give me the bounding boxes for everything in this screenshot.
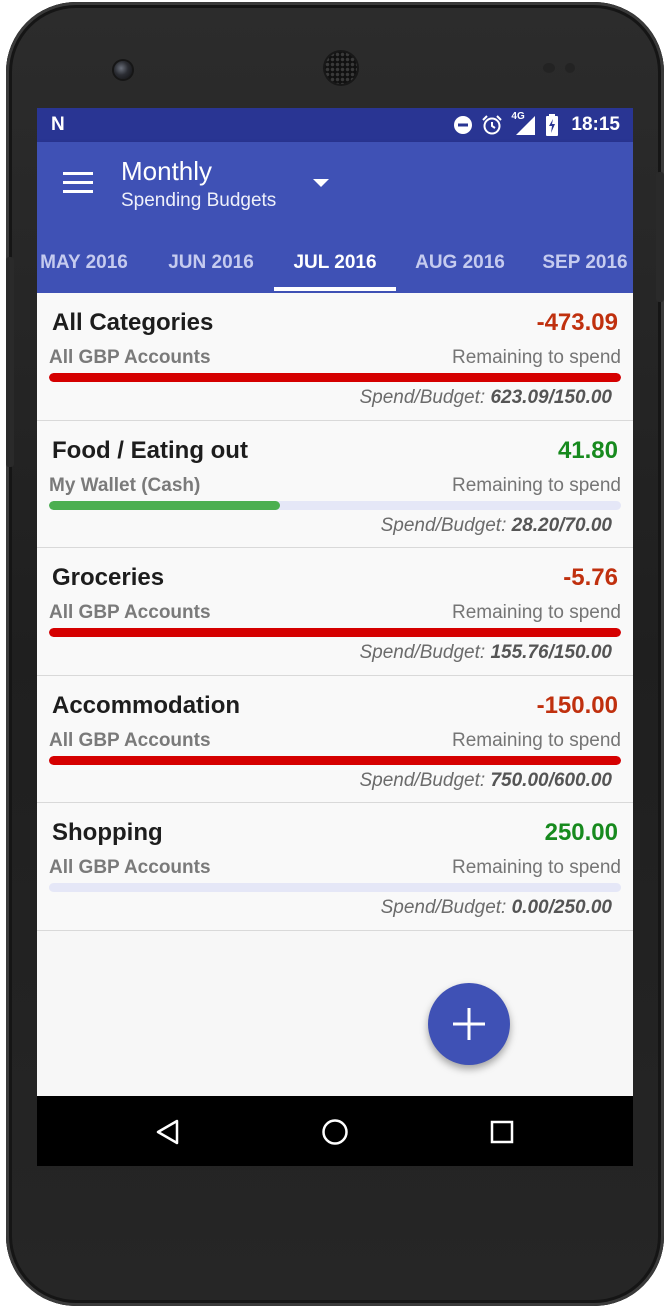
- budget-account: All GBP Accounts: [49, 857, 211, 878]
- remaining-label: Remaining to spend: [452, 729, 621, 751]
- budget-account: All GBP Accounts: [49, 347, 211, 368]
- spend-budget-text: Spend/Budget: 623.09/150.00: [359, 387, 612, 409]
- spend-budget-label: Spend/Budget:: [380, 514, 507, 536]
- tab-jul-2016[interactable]: JUL 2016: [274, 238, 396, 293]
- budget-value: 70.00: [564, 514, 612, 536]
- month-tabs: MAY 2016 JUN 2016 JUL 2016 AUG 2016 SEP …: [37, 238, 633, 293]
- proximity-sensor: [543, 63, 555, 73]
- budget-list: All Categories -473.09 All GBP Accounts …: [37, 293, 633, 931]
- home-button[interactable]: [318, 1116, 352, 1148]
- budget-name: Food / Eating out: [52, 436, 248, 464]
- budget-remaining-amount: -5.76: [563, 564, 618, 591]
- budget-progress-fill: [49, 373, 621, 382]
- back-button[interactable]: [151, 1116, 185, 1148]
- navigation-bar: [37, 1096, 633, 1166]
- earpiece-speaker: [325, 52, 357, 84]
- battery-charging-icon: [546, 114, 559, 136]
- budget-card[interactable]: Shopping 250.00 All GBP Accounts Remaini…: [37, 803, 633, 931]
- back-icon: [156, 1119, 179, 1145]
- tab-aug-2016[interactable]: AUG 2016: [399, 238, 521, 293]
- budget-value: 600.00: [553, 769, 612, 791]
- power-button: [656, 172, 664, 302]
- hamburger-icon-line: [63, 181, 93, 184]
- tab-jun-2016[interactable]: JUN 2016: [150, 238, 272, 293]
- budget-card[interactable]: Accommodation -150.00 All GBP Accounts R…: [37, 675, 633, 803]
- budget-name: Shopping: [52, 819, 163, 846]
- recents-button[interactable]: [485, 1116, 519, 1148]
- tab-sep-2016[interactable]: SEP 2016: [524, 238, 633, 293]
- recents-icon: [490, 1120, 514, 1144]
- period-selector[interactable]: Monthly Spending Budgets: [121, 156, 276, 214]
- spend-value: 0.00: [511, 897, 549, 918]
- spend-budget-label: Spend/Budget:: [359, 642, 486, 663]
- budget-value: 150.00: [553, 387, 612, 408]
- budget-remaining-amount: 41.80: [557, 436, 618, 464]
- budget-progress-fill: [49, 755, 621, 765]
- spend-budget-text: Spend/Budget: 0.00/250.00: [381, 897, 612, 919]
- remaining-label: Remaining to spend: [452, 857, 621, 878]
- home-icon: [322, 1119, 348, 1145]
- budget-progress-bar: [49, 373, 621, 382]
- budget-value: 250.00: [553, 897, 612, 918]
- spend-budget-label: Spend/Budget:: [359, 387, 486, 408]
- dropdown-arrow-icon[interactable]: [313, 179, 329, 187]
- budget-remaining-amount: -473.09: [536, 309, 618, 336]
- page-subtitle: Spending Budgets: [121, 190, 277, 211]
- budget-remaining-amount: 250.00: [544, 819, 618, 846]
- hamburger-icon-line: [63, 172, 93, 175]
- n-notification-icon: N: [51, 114, 65, 135]
- menu-button[interactable]: [63, 172, 93, 196]
- spend-value: 28.20: [511, 514, 560, 536]
- status-icons: 4G: [453, 111, 559, 136]
- budget-card[interactable]: Food / Eating out 41.80 My Wallet (Cash)…: [37, 420, 633, 548]
- budget-account: My Wallet (Cash): [49, 474, 201, 496]
- status-time: 18:15: [571, 114, 620, 135]
- app-bar: Monthly Spending Budgets MAY 2016 JUN 20…: [37, 142, 633, 293]
- hamburger-icon-line: [63, 190, 93, 193]
- budget-progress-bar: [49, 500, 621, 510]
- tab-may-2016[interactable]: MAY 2016: [37, 238, 135, 293]
- screen: N 4G 18:15 Monthly Spending Budgets MAY …: [37, 108, 633, 1166]
- remaining-label: Remaining to spend: [452, 474, 621, 496]
- budget-progress-fill: [49, 628, 621, 637]
- spend-budget-text: Spend/Budget: 28.20/70.00: [381, 515, 612, 537]
- alarm-icon: [482, 115, 503, 135]
- budget-progress-fill: [49, 500, 280, 510]
- budget-account: All GBP Accounts: [49, 729, 211, 751]
- spend-budget-label: Spend/Budget:: [359, 769, 486, 791]
- add-budget-button[interactable]: [428, 983, 510, 1065]
- spend-budget-label: Spend/Budget:: [380, 897, 507, 918]
- network-type-label: 4G: [511, 111, 525, 122]
- tab-indicator: [274, 287, 396, 291]
- dnd-icon: [454, 116, 473, 134]
- budget-name: All Categories: [52, 309, 214, 336]
- budget-card[interactable]: All Categories -473.09 All GBP Accounts …: [37, 293, 633, 421]
- budget-value: 150.00: [553, 642, 612, 663]
- status-bar: N 4G 18:15: [37, 108, 633, 142]
- page-title: Monthly: [121, 156, 213, 186]
- budget-progress-bar: [49, 755, 621, 765]
- remaining-label: Remaining to spend: [452, 602, 621, 623]
- spend-budget-text: Spend/Budget: 155.76/150.00: [359, 642, 612, 664]
- remaining-label: Remaining to spend: [452, 347, 621, 368]
- spend-budget-text: Spend/Budget: 750.00/600.00: [359, 770, 612, 792]
- budget-card[interactable]: Groceries -5.76 All GBP Accounts Remaini…: [37, 548, 633, 676]
- budget-name: Accommodation: [52, 691, 241, 719]
- volume-button: [6, 257, 14, 467]
- status-right: 4G 18:15: [453, 111, 620, 136]
- signal-icon: 4G: [511, 111, 537, 136]
- budget-name: Groceries: [52, 564, 165, 591]
- budget-progress-bar: [49, 628, 621, 637]
- budget-remaining-amount: -150.00: [536, 691, 618, 719]
- spend-value: 623.09: [490, 387, 549, 408]
- budget-progress-bar: [49, 883, 621, 892]
- spend-value: 750.00: [490, 769, 549, 791]
- light-sensor: [565, 63, 575, 73]
- spend-value: 155.76: [490, 642, 549, 663]
- budget-account: All GBP Accounts: [49, 602, 211, 623]
- front-camera: [114, 61, 132, 79]
- plus-icon: [453, 1008, 485, 1040]
